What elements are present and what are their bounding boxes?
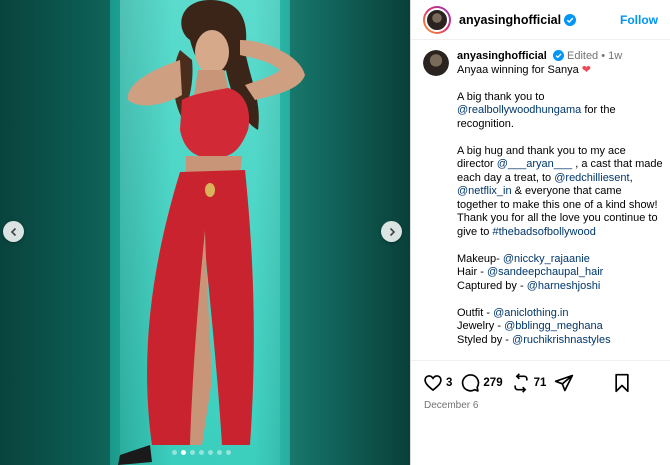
caption-scroll-area[interactable]: anyasinghofficial Edited • 1w Anyaa winn…	[423, 50, 667, 360]
carousel-dot	[199, 450, 204, 455]
caption-intro: Anyaa winning for Sanya	[457, 63, 579, 76]
carousel-indicator	[172, 450, 231, 455]
author-username[interactable]: anyasinghofficial	[459, 13, 561, 27]
red-heart-emoji-icon: ❤	[581, 63, 591, 76]
mention-link[interactable]: @netflix_in	[457, 185, 512, 197]
author-avatar[interactable]	[423, 5, 451, 34]
comment-count[interactable]: 279	[483, 377, 502, 389]
share-button[interactable]	[554, 373, 574, 393]
next-slide-button[interactable]	[381, 221, 402, 242]
makeup-label: Makeup-	[457, 252, 500, 265]
mention-link[interactable]: @aniclothing.in	[493, 307, 568, 319]
mention-link[interactable]: @redchilliesent	[554, 172, 629, 184]
heart-icon	[424, 375, 442, 392]
comment-icon	[462, 374, 480, 392]
verified-badge-icon	[552, 50, 564, 61]
carousel-dot	[217, 450, 222, 455]
captured-label: Captured by -	[457, 279, 524, 292]
edited-label: Edited	[566, 50, 599, 62]
jewelry-label: Jewelry -	[457, 320, 502, 332]
carousel-dot-active	[181, 450, 186, 455]
carousel-dot	[226, 450, 231, 455]
chevron-right-icon	[389, 227, 395, 236]
carousel-dot	[208, 450, 213, 455]
post-photo	[118, 0, 305, 465]
like-button[interactable]: 3	[423, 373, 452, 393]
follow-button[interactable]: Follow	[620, 13, 658, 27]
hair-label: Hair -	[457, 266, 484, 278]
share-icon	[555, 374, 574, 392]
caption-text: anyasinghofficial Edited • 1w Anyaa winn…	[457, 50, 663, 346]
carousel-dot	[190, 450, 195, 455]
save-button[interactable]	[613, 373, 631, 393]
post-sidebar: anyasinghofficial Follow anyasinghoffici…	[410, 0, 670, 465]
carousel-dot	[172, 450, 177, 455]
post-time: 1w	[608, 50, 623, 62]
comment-button[interactable]: 279	[460, 373, 503, 393]
mention-link[interactable]: @sandeepchaupal_hair	[487, 266, 603, 278]
caption-thanks-1: A big thank you to	[457, 90, 545, 103]
post-header: anyasinghofficial Follow	[411, 0, 670, 40]
hashtag-link[interactable]: #thebadsofbollywood	[492, 226, 595, 238]
mention-link[interactable]: @realbollywoodhungama	[457, 104, 581, 116]
caption-comma: ,	[629, 171, 633, 184]
post-media[interactable]	[0, 0, 410, 465]
repost-count[interactable]: 71	[534, 377, 547, 389]
bookmark-icon	[615, 373, 629, 393]
mention-link[interactable]: @ruchikrishnastyles	[512, 334, 611, 346]
caption-avatar[interactable]	[423, 50, 449, 76]
mention-link[interactable]: @bblingg_meghana	[504, 320, 603, 332]
repost-button[interactable]: 71	[511, 373, 547, 393]
previous-slide-button[interactable]	[3, 221, 24, 242]
post-actions-section: 3 279 71 December 6	[411, 360, 670, 411]
outfit-label: Outfit -	[457, 306, 491, 319]
chevron-left-icon	[10, 227, 16, 236]
verified-badge-icon	[564, 13, 577, 26]
action-bar: 3 279 71	[411, 361, 670, 405]
mention-link[interactable]: @niccky_rajaanie	[503, 253, 590, 265]
caption-username[interactable]: anyasinghofficial	[457, 50, 547, 62]
mention-link[interactable]: @harneshjoshi	[527, 280, 601, 292]
repost-icon	[513, 373, 528, 393]
styled-label: Styled by -	[457, 333, 509, 346]
like-count[interactable]: 3	[446, 377, 452, 389]
mention-link[interactable]: @___aryan___	[497, 158, 572, 170]
post-date[interactable]: December 6	[411, 400, 670, 411]
